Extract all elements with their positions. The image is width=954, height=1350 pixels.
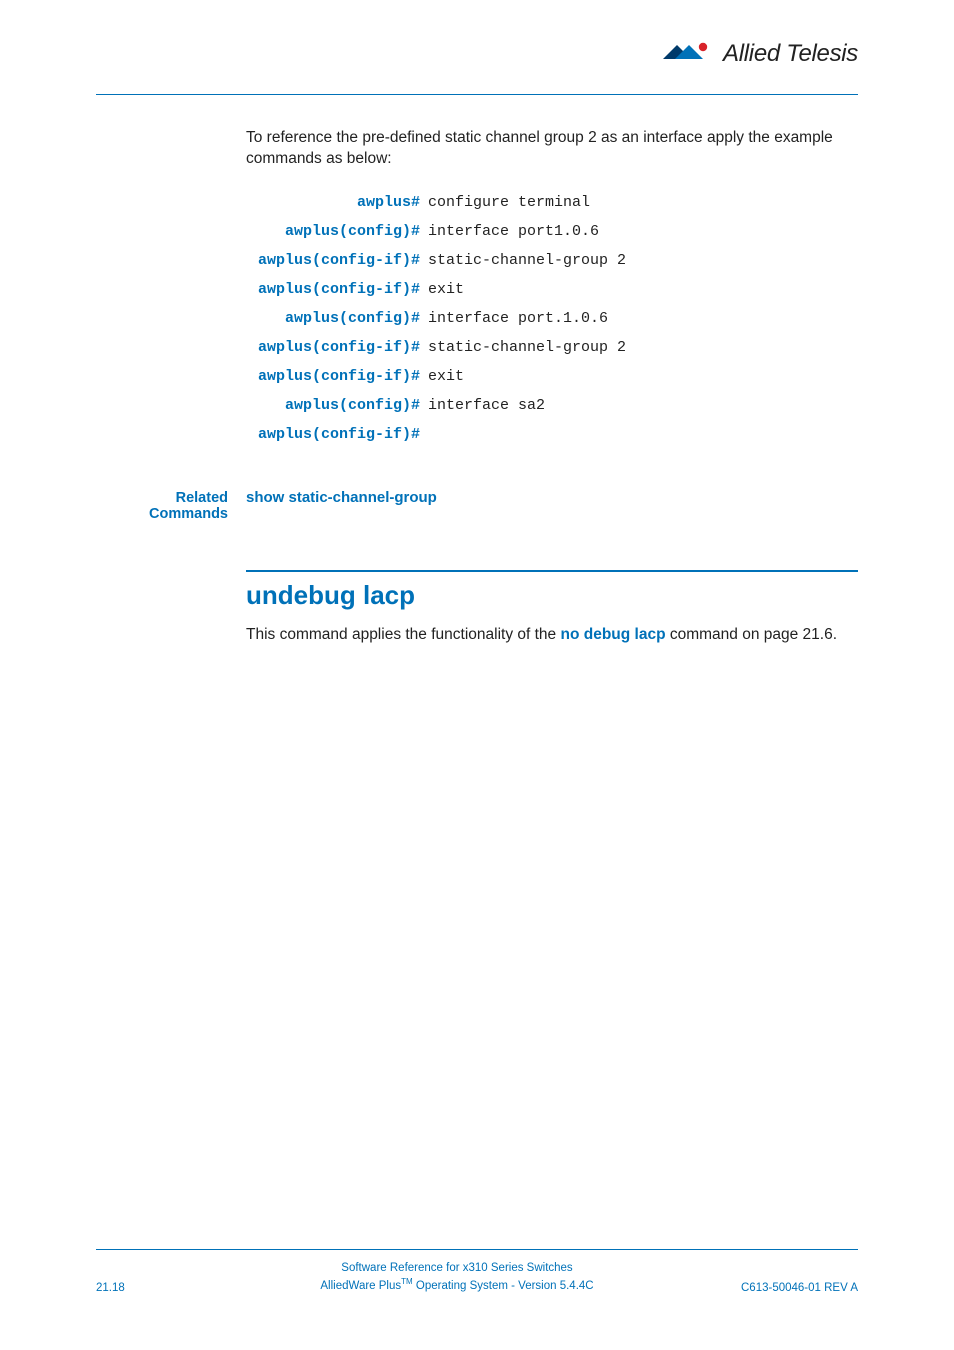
brand-logo-icon: [661, 41, 715, 68]
table-row: awplus(config)# interface port1.0.6: [96, 217, 632, 246]
table-row: awplus(config-if)# exit: [96, 362, 632, 391]
related-commands-label: Related Commands: [96, 490, 246, 522]
intro-paragraph: To reference the pre-defined static chan…: [246, 128, 858, 170]
cli-command: [428, 420, 632, 449]
footer-divider: [96, 1249, 858, 1250]
brand-name: Allied Telesis: [723, 40, 858, 68]
table-row: awplus(config-if)# static-channel-group …: [96, 246, 632, 275]
brand-header: Allied Telesis: [661, 40, 858, 68]
body-text-post: command on page 21.6.: [666, 626, 837, 643]
cli-command: exit: [428, 362, 632, 391]
cli-command: exit: [428, 275, 632, 304]
related-commands-row: Related Commands show static-channel-gro…: [96, 489, 858, 522]
cli-command: static-channel-group 2: [428, 333, 632, 362]
cli-command: configure terminal: [428, 188, 632, 217]
footer-page-number: 21.18: [96, 1282, 216, 1294]
cli-prompt: awplus#: [96, 188, 428, 217]
footer-doc-number: C613-50046-01 REV A: [698, 1282, 858, 1294]
footer-product-name: AlliedWare Plus: [320, 1280, 401, 1292]
cli-prompt: awplus(config-if)#: [96, 275, 428, 304]
section-body: This command applies the functionality o…: [246, 625, 858, 646]
footer-version-text: Operating System - Version 5.4.4C: [413, 1280, 594, 1292]
body-text-pre: This command applies the functionality o…: [246, 626, 560, 643]
cli-prompt: awplus(config)#: [96, 304, 428, 333]
cli-command: static-channel-group 2: [428, 246, 632, 275]
footer-title-line: Software Reference for x310 Series Switc…: [216, 1260, 698, 1276]
cli-prompt: awplus(config)#: [96, 391, 428, 420]
cli-prompt: awplus(config)#: [96, 217, 428, 246]
cli-command: interface sa2: [428, 391, 632, 420]
footer-center: Software Reference for x310 Series Switc…: [216, 1260, 698, 1294]
table-row: awplus# configure terminal: [96, 188, 632, 217]
related-command-link[interactable]: show static-channel-group: [246, 489, 437, 506]
cli-prompt: awplus(config-if)#: [96, 362, 428, 391]
cli-session: awplus# configure terminal awplus(config…: [96, 188, 632, 449]
table-row: awplus(config-if)#: [96, 420, 632, 449]
cli-prompt: awplus(config-if)#: [96, 420, 428, 449]
cli-command: interface port1.0.6: [428, 217, 632, 246]
cli-prompt: awplus(config-if)#: [96, 246, 428, 275]
cli-command: interface port.1.0.6: [428, 304, 632, 333]
no-debug-lacp-link[interactable]: no debug lacp: [560, 626, 665, 643]
section-heading: undebug lacp: [246, 580, 858, 611]
table-row: awplus(config-if)# exit: [96, 275, 632, 304]
table-row: awplus(config-if)# static-channel-group …: [96, 333, 632, 362]
page-footer: 21.18 Software Reference for x310 Series…: [96, 1249, 858, 1294]
trademark-symbol: TM: [401, 1277, 413, 1286]
table-row: awplus(config)# interface port.1.0.6: [96, 304, 632, 333]
cli-prompt: awplus(config-if)#: [96, 333, 428, 362]
table-row: awplus(config)# interface sa2: [96, 391, 632, 420]
header-divider: [96, 94, 858, 95]
footer-version-line: AlliedWare PlusTM Operating System - Ver…: [216, 1276, 698, 1294]
section-divider: [246, 570, 858, 572]
